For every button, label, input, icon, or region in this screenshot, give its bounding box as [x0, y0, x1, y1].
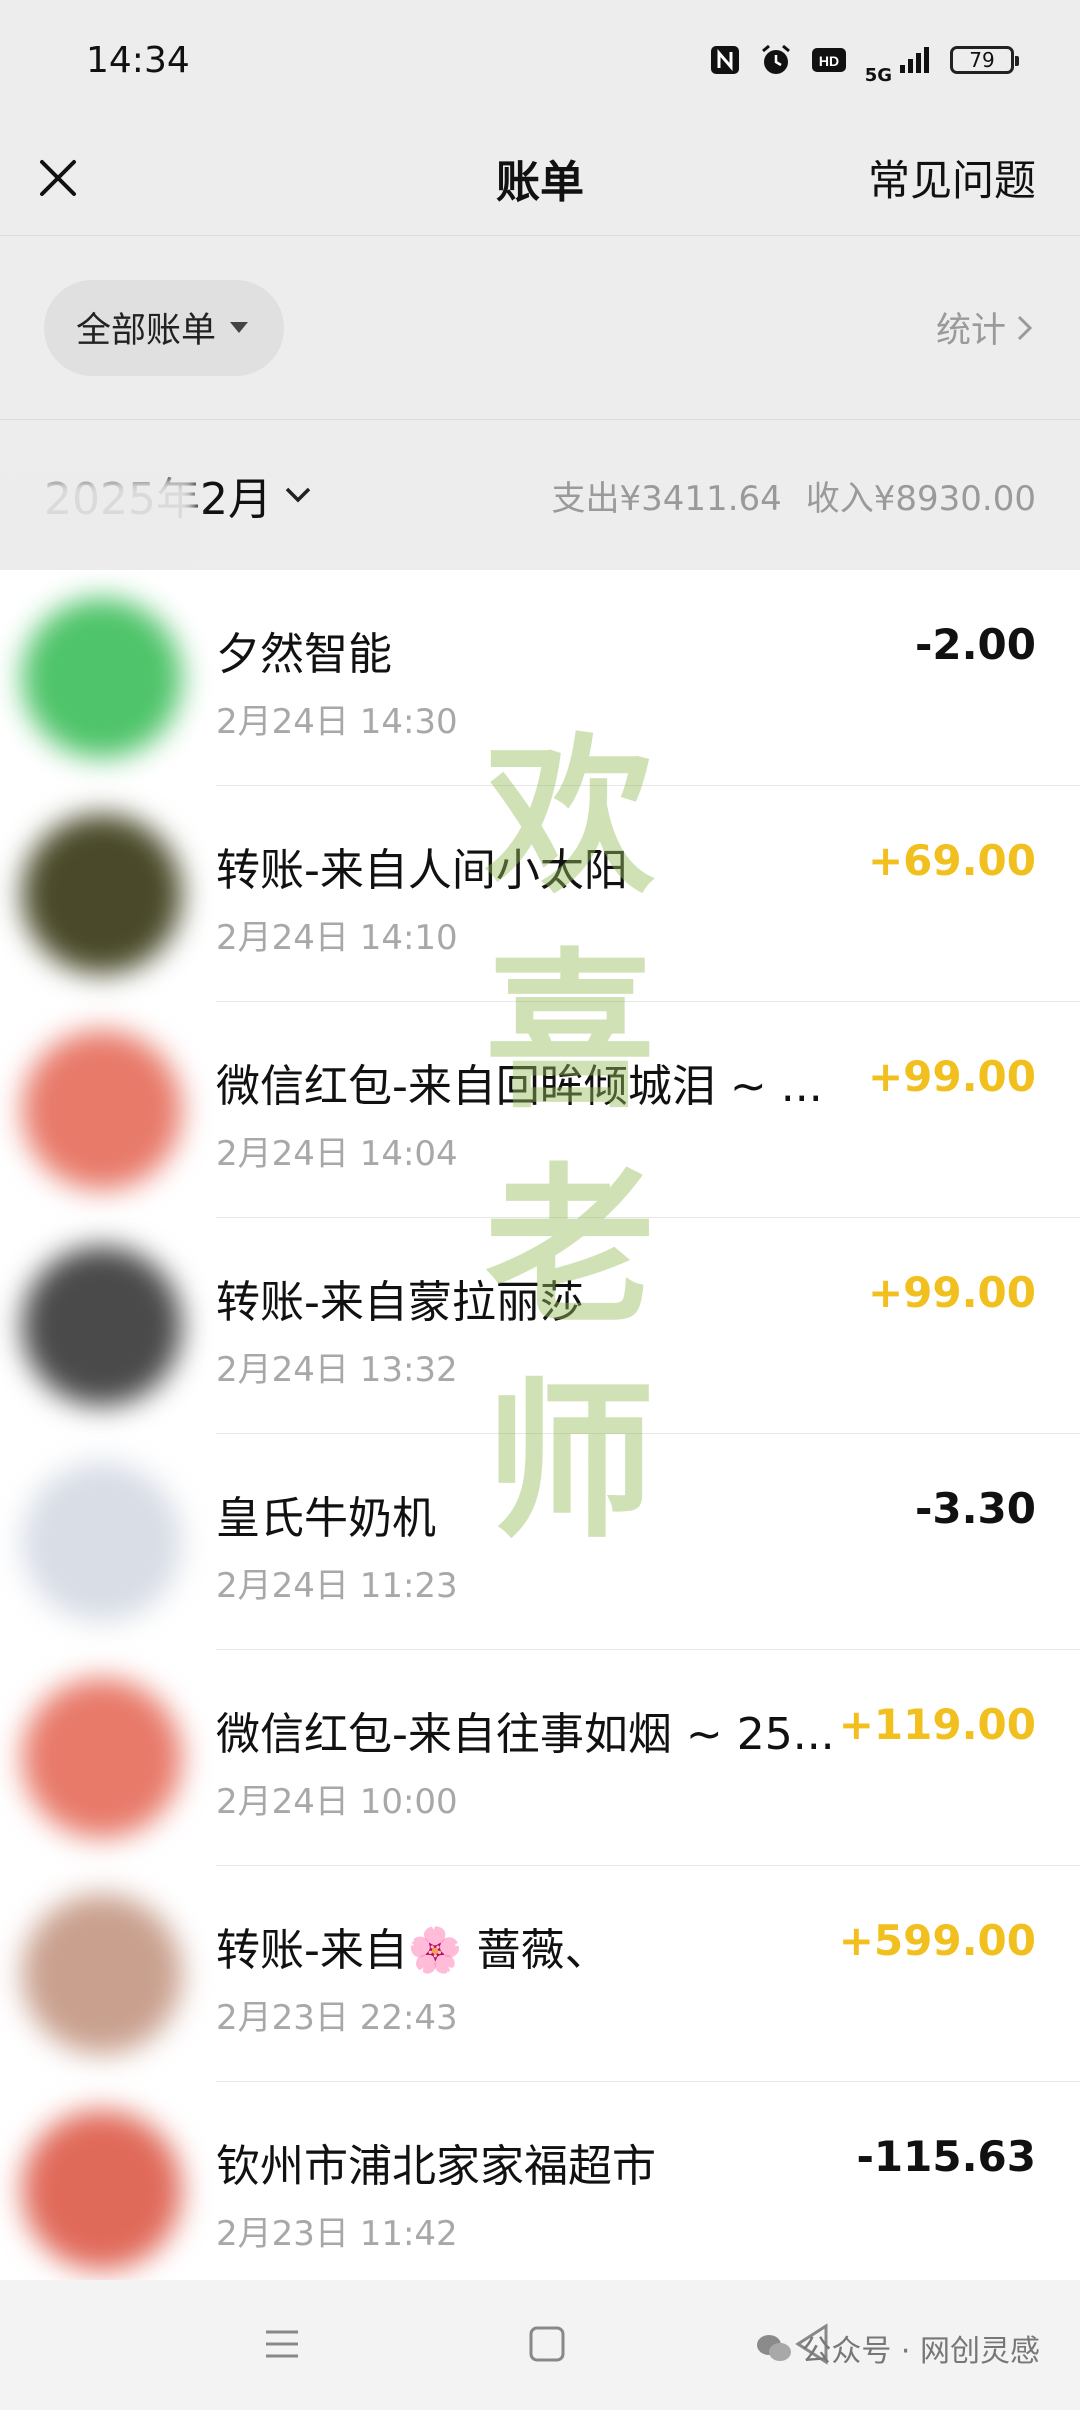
transaction-title: 微信红包-来自往事如烟 ~ 25...: [216, 1709, 835, 1760]
transaction-amount: +119.00: [838, 1700, 1036, 1749]
transaction-time: 2月23日 11:42: [216, 2214, 458, 2254]
chevron-right-icon: [1017, 315, 1033, 340]
all-bills-label: 全部账单: [76, 311, 217, 351]
avatar: [22, 1030, 182, 1190]
footer-watermark: 公众号 · 网创灵感: [755, 2326, 1040, 2370]
avatar: [22, 814, 182, 974]
income-summary: 收入¥8930.00: [805, 478, 1036, 519]
status-icons: HD 5G 79: [709, 35, 1019, 86]
avatar: [22, 2110, 182, 2270]
transaction-amount: -2.00: [914, 620, 1036, 669]
network-5g-label: 5G: [864, 64, 892, 86]
transaction-title: 微信红包-来自回眸倾城泪 ~ ...: [216, 1061, 823, 1112]
transaction-item[interactable]: 转账-来自🌸 蔷薇、 2月23日 22:43 +599.00: [0, 1866, 1080, 2082]
nfc-icon: [710, 46, 739, 74]
stats-label: 统计: [935, 311, 1006, 351]
transaction-item[interactable]: 夕然智能 2月24日 14:30 -2.00: [0, 570, 1080, 786]
hd-icon: HD: [811, 48, 846, 72]
avatar: [22, 1246, 182, 1406]
transaction-amount: -115.63: [856, 2132, 1036, 2181]
transaction-amount: +99.00: [867, 1052, 1036, 1101]
transaction-amount: -3.30: [914, 1484, 1036, 1533]
transaction-amount: +99.00: [867, 1268, 1036, 1317]
status-time: 14:34: [86, 39, 190, 81]
transaction-title: 转账-来自蒙拉丽莎: [216, 1277, 584, 1328]
battery-icon: 79: [950, 46, 1019, 74]
transaction-time: 2月24日 14:04: [216, 1134, 458, 1174]
transaction-title: 转账-来自人间小太阳: [216, 845, 628, 896]
avatar: [22, 1462, 182, 1622]
footer-mark-text: 公众号 · 网创灵感: [801, 2334, 1040, 2369]
transaction-item[interactable]: 钦州市浦北家家福超市 2月23日 11:42 -115.63: [0, 2082, 1080, 2280]
avatar: [22, 1894, 182, 2054]
transaction-time: 2月23日 22:43: [216, 1998, 458, 2038]
home-icon[interactable]: [527, 2324, 567, 2364]
transaction-time: 2月24日 13:32: [216, 1350, 458, 1390]
avatar: [22, 598, 182, 758]
wechat-icon: [757, 2335, 792, 2361]
transaction-time: 2月24日 10:00: [216, 1782, 458, 1822]
expense-summary: 支出¥3411.64: [551, 478, 782, 519]
svg-text:HD: HD: [819, 53, 839, 69]
close-icon[interactable]: [34, 154, 82, 202]
faq-link[interactable]: 常见问题: [868, 147, 1036, 208]
transaction-title: 钦州市浦北家家福超市: [216, 2141, 656, 2192]
transaction-time: 2月24日 14:30: [216, 702, 458, 742]
transaction-item[interactable]: 微信红包-来自往事如烟 ~ 25... 2月24日 10:00 +119.00: [0, 1650, 1080, 1866]
signal-icon: [900, 47, 929, 73]
transaction-amount: +599.00: [838, 1916, 1036, 1965]
transaction-title: 转账-来自🌸 蔷薇、: [216, 1925, 609, 1976]
filter-row: 全部账单 统计: [0, 236, 1080, 420]
transaction-item[interactable]: 皇氏牛奶机 2月24日 11:23 -3.30: [0, 1434, 1080, 1650]
alarm-icon: [761, 44, 790, 74]
avatar: [22, 1678, 182, 1838]
transaction-list: 夕然智能 2月24日 14:30 -2.00 转账-来自人间小太阳 2月24日 …: [0, 570, 1080, 2280]
nav-bar: 账单 常见问题: [0, 120, 1080, 236]
transaction-time: 2月24日 14:10: [216, 918, 458, 958]
transaction-amount: +69.00: [867, 836, 1036, 885]
transaction-item[interactable]: 转账-来自人间小太阳 2月24日 14:10 +69.00: [0, 786, 1080, 1002]
status-bar: 14:34 HD 5G 79: [0, 0, 1080, 120]
battery-level: 79: [969, 48, 995, 72]
transaction-title: 夕然智能: [216, 629, 392, 680]
caret-down-icon: [230, 322, 249, 333]
transaction-item[interactable]: 微信红包-来自回眸倾城泪 ~ ... 2月24日 14:04 +99.00: [0, 1002, 1080, 1218]
chevron-down-icon: [285, 487, 311, 503]
transaction-item[interactable]: 转账-来自蒙拉丽莎 2月24日 13:32 +99.00: [0, 1218, 1080, 1434]
menu-icon[interactable]: [262, 2324, 302, 2364]
stats-link[interactable]: 统计: [936, 302, 1036, 353]
month-summary: 支出¥3411.64 收入¥8930.00: [552, 471, 1036, 520]
blur-overlay: [0, 478, 195, 570]
all-bills-filter[interactable]: 全部账单: [44, 279, 285, 376]
transaction-title: 皇氏牛奶机: [216, 1493, 436, 1544]
transaction-time: 2月24日 11:23: [216, 1566, 458, 1606]
